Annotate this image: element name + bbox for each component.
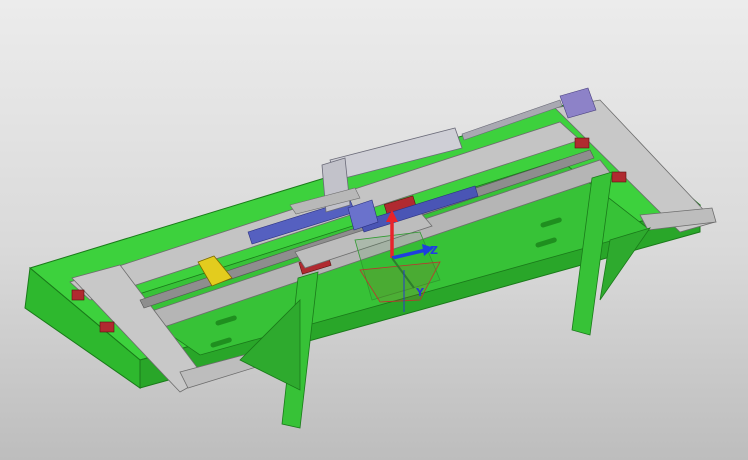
bearing-block <box>71 289 85 301</box>
triad-y-label: Y <box>415 286 425 299</box>
cad-model-scene[interactable]: Z Y <box>0 0 748 460</box>
3d-viewport[interactable]: Z Y <box>0 0 748 460</box>
bearing-block <box>574 137 590 149</box>
bearing-block <box>611 171 627 183</box>
bearing-block <box>99 321 115 333</box>
triad-z-label: Z <box>430 244 438 257</box>
